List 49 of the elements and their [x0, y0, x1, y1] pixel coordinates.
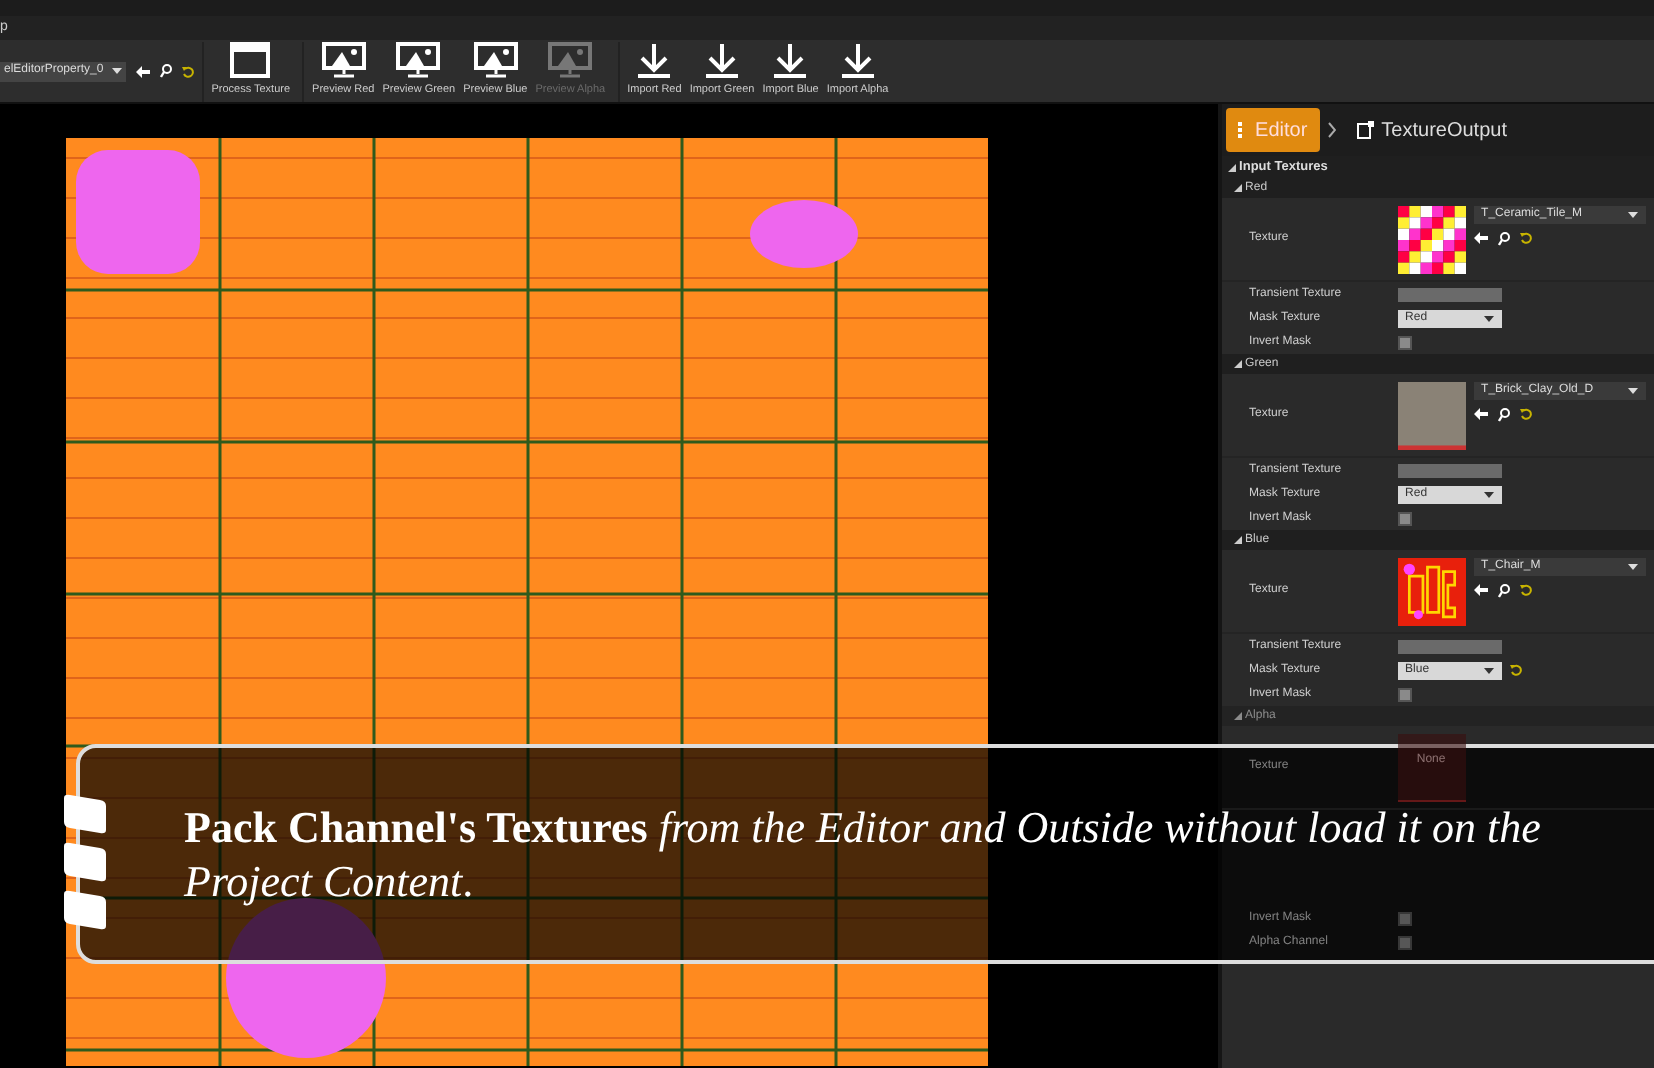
picture-icon: [473, 42, 518, 79]
breadcrumb-tab[interactable]: TextureOutput: [1343, 108, 1519, 152]
checkbox[interactable]: [1397, 511, 1412, 525]
caption-text: Pack Channel's Textures from the Editor and Outside without load it on the Project Content.: [184, 800, 1543, 908]
caret-icon: [1483, 315, 1494, 321]
expand-triangle-icon: [1233, 712, 1242, 720]
chevron-icon: [1327, 122, 1336, 138]
arrow-left-icon[interactable]: [1473, 408, 1488, 420]
download-arrow-icon: [837, 42, 878, 79]
texture-thumbnail: [1397, 381, 1466, 449]
node-icon: [1355, 120, 1376, 140]
texture-field[interactable]: [1397, 639, 1502, 653]
download-arrow-icon: [634, 42, 675, 79]
caret-icon: [1483, 667, 1494, 673]
caret-icon: [1627, 563, 1638, 569]
reset-icon[interactable]: [1519, 232, 1532, 244]
caret-icon: [1627, 387, 1638, 393]
reset-icon[interactable]: [1519, 584, 1532, 596]
caret-icon: [1627, 211, 1638, 217]
picture-icon: [396, 42, 441, 79]
expand-triangle-icon: [1233, 184, 1242, 192]
picture-icon: [548, 42, 593, 79]
texture-field[interactable]: [1397, 463, 1502, 477]
texture-field[interactable]: [1397, 287, 1502, 301]
reset-icon[interactable]: [181, 65, 194, 77]
checkbox[interactable]: [1397, 911, 1412, 925]
download-arrow-icon: [702, 42, 743, 79]
picture-icon: [321, 42, 366, 79]
reset-icon[interactable]: [1519, 408, 1532, 420]
search-icon[interactable]: [1497, 231, 1510, 245]
texture-thumbnail: [1397, 557, 1466, 625]
expand-triangle-icon: [1227, 163, 1236, 171]
search-icon[interactable]: [1497, 583, 1510, 597]
texture-thumbnail: [1397, 205, 1466, 273]
expand-triangle-icon: [1233, 536, 1242, 544]
checkbox[interactable]: [1397, 935, 1412, 949]
search-icon[interactable]: [159, 64, 172, 78]
arrow-left-icon[interactable]: [135, 65, 150, 77]
expand-triangle-icon: [1233, 360, 1242, 368]
arrow-left-icon[interactable]: [1473, 584, 1488, 596]
window-icon: [230, 42, 271, 79]
caret-icon: [111, 68, 122, 74]
arrow-left-icon[interactable]: [1473, 232, 1488, 244]
reset-icon[interactable]: [1509, 664, 1522, 676]
checkbox[interactable]: [1397, 687, 1412, 701]
checkbox[interactable]: [1397, 335, 1412, 349]
caret-icon: [1483, 491, 1494, 497]
download-arrow-icon: [770, 42, 811, 79]
search-icon[interactable]: [1497, 407, 1510, 421]
